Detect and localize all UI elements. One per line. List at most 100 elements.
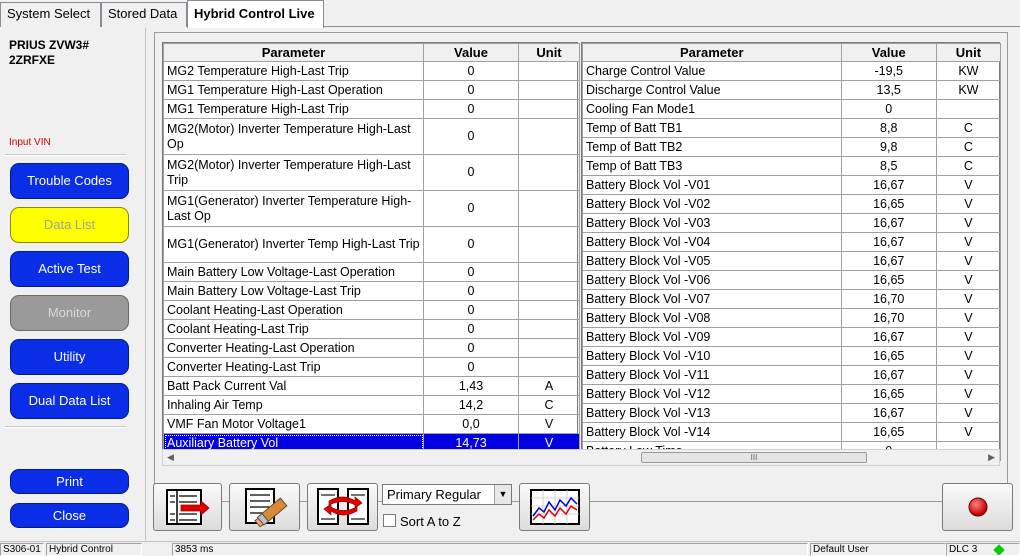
table-row[interactable]: MG1(Generator) Inverter Temperature High… <box>163 190 580 227</box>
value-cell: 16,70 <box>840 308 937 328</box>
unit-cell: V <box>935 289 1002 309</box>
table-row[interactable]: Battery Block Vol -V06 16,65 V <box>582 270 1002 290</box>
column-header-value[interactable]: Value <box>840 43 937 62</box>
sort-a-to-z-label[interactable]: Sort A to Z <box>400 514 461 529</box>
unit-cell <box>518 99 580 119</box>
table-row[interactable]: VMF Fan Motor Voltage1 0,0 V <box>163 414 580 434</box>
sort-a-to-z-checkbox[interactable] <box>383 514 396 527</box>
table-row[interactable]: Main Battery Low Voltage-Last Operation 0 <box>163 262 580 282</box>
swap-lists-button[interactable] <box>307 483 378 531</box>
table-row[interactable]: Battery Block Vol -V01 16,67 V <box>582 175 1002 195</box>
value-cell: 8,8 <box>840 118 937 138</box>
table-row[interactable]: MG1 Temperature High-Last Operation 0 <box>163 80 580 100</box>
scroll-right-arrow-icon[interactable]: ▶ <box>988 452 995 463</box>
table-row[interactable]: Battery Block Vol -V02 16,65 V <box>582 194 1002 214</box>
parameter-cell: Battery Block Vol -V11 <box>582 365 842 385</box>
column-header-parameter[interactable]: Parameter <box>582 43 842 62</box>
parameter-cell: MG2 Temperature High-Last Trip <box>163 61 424 81</box>
value-cell: 16,67 <box>840 251 937 271</box>
table-row[interactable]: Temp of Batt TB2 9,8 C <box>582 137 1002 157</box>
table-row[interactable]: Battery Block Vol -V11 16,67 V <box>582 365 1002 385</box>
table-row[interactable]: Inhaling Air Temp 14,2 C <box>163 395 580 415</box>
value-cell: 0,0 <box>423 414 519 434</box>
tab-system-select[interactable]: System Select <box>0 2 101 27</box>
tab-hybrid-control-live[interactable]: Hybrid Control Live <box>187 0 324 28</box>
unit-cell: C <box>518 395 580 415</box>
table-row[interactable]: MG1(Generator) Inverter Temp High-Last T… <box>163 226 580 263</box>
tab-stored-data[interactable]: Stored Data <box>101 2 187 27</box>
column-header-parameter[interactable]: Parameter <box>163 43 424 62</box>
table-row[interactable]: MG2(Motor) Inverter Temperature High-Las… <box>163 154 580 191</box>
value-cell: 0 <box>423 61 519 81</box>
parameter-cell: Batt Pack Current Val <box>163 376 424 396</box>
parameter-cell: Battery Block Vol -V14 <box>582 422 842 442</box>
close-button[interactable]: Close <box>10 503 129 528</box>
table-row[interactable]: Batt Pack Current Val 1,43 A <box>163 376 580 396</box>
scroll-left-arrow-icon[interactable]: ◀ <box>167 452 174 463</box>
dlc-label: DLC 3 <box>949 544 978 555</box>
divider <box>5 426 127 428</box>
parameter-cell: Converter Heating-Last Trip <box>163 357 424 377</box>
data-list-button[interactable]: Data List <box>10 207 129 243</box>
table-row[interactable]: Battery Block Vol -V03 16,67 V <box>582 213 1002 233</box>
table-row[interactable]: Converter Heating-Last Operation 0 <box>163 338 580 358</box>
table-row[interactable]: Battery Block Vol -V08 16,70 V <box>582 308 1002 328</box>
parameter-cell: MG1(Generator) Inverter Temperature High… <box>163 190 424 227</box>
unit-cell: V <box>935 194 1002 214</box>
table-row[interactable]: Temp of Batt TB3 8,5 C <box>582 156 1002 176</box>
thumb-grip-icon: III <box>750 453 758 462</box>
record-button[interactable] <box>942 483 1013 531</box>
table-row[interactable]: Battery Block Vol -V04 16,67 V <box>582 232 1002 252</box>
table-row[interactable]: Battery Block Vol -V13 16,67 V <box>582 403 1002 423</box>
graph-button[interactable] <box>519 483 590 531</box>
column-header-unit[interactable]: Unit <box>935 43 1002 62</box>
table-row[interactable]: Coolant Heating-Last Operation 0 <box>163 300 580 320</box>
print-button[interactable]: Print <box>10 469 129 494</box>
table-row[interactable]: Main Battery Low Voltage-Last Trip 0 <box>163 281 580 301</box>
dual-data-list-button[interactable]: Dual Data List <box>10 383 129 419</box>
horizontal-scrollbar[interactable]: ◀ III ▶ <box>162 449 1000 466</box>
column-header-value[interactable]: Value <box>423 43 519 62</box>
active-test-button[interactable]: Active Test <box>10 251 129 287</box>
value-cell: -19,5 <box>840 61 937 81</box>
scrollbar-thumb[interactable]: III <box>641 452 867 463</box>
vehicle-info: PRIUS ZVW3# 2ZRFXE <box>9 38 139 68</box>
value-cell: 13,5 <box>840 80 937 100</box>
parameter-cell: Battery Block Vol -V07 <box>582 289 842 309</box>
column-header-unit[interactable]: Unit <box>518 43 580 62</box>
table-row[interactable]: Converter Heating-Last Trip 0 <box>163 357 580 377</box>
table-row[interactable]: Battery Block Vol -V05 16,67 V <box>582 251 1002 271</box>
table-row[interactable]: Battery Block Vol -V09 16,67 V <box>582 327 1002 347</box>
table-row[interactable]: MG1 Temperature High-Last Trip 0 <box>163 99 580 119</box>
utility-button[interactable]: Utility <box>10 339 129 375</box>
table-row[interactable]: Battery Block Vol -V12 16,65 V <box>582 384 1002 404</box>
table-row[interactable]: MG2(Motor) Inverter Temperature High-Las… <box>163 118 580 155</box>
left-data-table: Parameter Value Unit MG2 Temperature Hig… <box>163 43 580 453</box>
value-cell: 0 <box>423 338 519 358</box>
table-row[interactable]: Battery Block Vol -V14 16,65 V <box>582 422 1002 442</box>
sort-order-select[interactable]: Primary Regular ▼ <box>382 484 512 505</box>
monitor-button[interactable]: Monitor <box>10 295 129 331</box>
value-cell: 0 <box>423 262 519 282</box>
table-row[interactable]: Battery Block Vol -V07 16,70 V <box>582 289 1002 309</box>
table-row[interactable]: Battery Block Vol -V10 16,65 V <box>582 346 1002 366</box>
left-data-grid[interactable]: Parameter Value Unit MG2 Temperature Hig… <box>162 42 580 453</box>
value-cell: 0 <box>423 99 519 119</box>
right-data-grid[interactable]: Parameter Value Unit Charge Control Valu… <box>581 42 1002 461</box>
unit-cell <box>518 154 580 191</box>
table-row[interactable]: Coolant Heating-Last Trip 0 <box>163 319 580 339</box>
table-row[interactable]: Charge Control Value -19,5 KW <box>582 61 1002 81</box>
unit-cell: V <box>935 175 1002 195</box>
unit-cell: C <box>935 156 1002 176</box>
value-cell: 16,67 <box>840 175 937 195</box>
trouble-codes-button[interactable]: Trouble Codes <box>10 163 129 199</box>
input-vin-link[interactable]: Input VIN <box>9 137 51 148</box>
table-row[interactable]: Discharge Control Value 13,5 KW <box>582 80 1002 100</box>
table-row[interactable]: MG2 Temperature High-Last Trip 0 <box>163 61 580 81</box>
table-row[interactable]: Temp of Batt TB1 8,8 C <box>582 118 1002 138</box>
table-row[interactable]: Cooling Fan Mode1 0 <box>582 99 1002 119</box>
chevron-down-icon[interactable]: ▼ <box>494 485 511 504</box>
select-items-button[interactable] <box>153 483 222 531</box>
parameter-cell: Coolant Heating-Last Trip <box>163 319 424 339</box>
edit-list-button[interactable] <box>229 483 300 531</box>
